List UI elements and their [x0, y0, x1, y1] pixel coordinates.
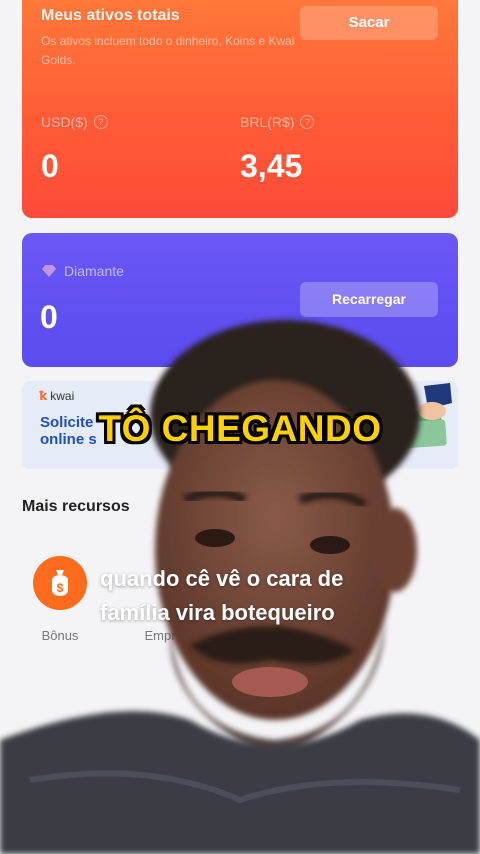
help-icon[interactable]: ?	[93, 115, 108, 129]
diamond-icon	[42, 265, 56, 277]
brl-label-row: BRL(R$) ?	[240, 114, 315, 130]
total-assets-card: Meus ativos totais Os ativos incluem tod…	[22, 0, 458, 218]
diamond-label-row: Diamante	[42, 263, 124, 279]
usd-label: USD($)	[41, 114, 88, 130]
brl-value: 3,45	[240, 148, 303, 184]
video-caption-sub: quando cê vê o cara de família vira bote…	[100, 566, 344, 625]
total-assets-title: Meus ativos totais	[41, 7, 180, 24]
diamond-label: Diamante	[64, 263, 124, 279]
withdraw-button[interactable]: Sacar	[300, 6, 438, 40]
video-caption-main: TÔ CHEGANDO	[98, 408, 382, 449]
brl-label: BRL(R$)	[240, 114, 295, 130]
total-assets-description: Os ativos incluem todo o dinheiro, Koins…	[41, 34, 295, 67]
usd-value: 0	[41, 148, 59, 184]
usd-label-row: USD($) ?	[41, 114, 108, 130]
help-icon[interactable]: ?	[300, 115, 315, 129]
